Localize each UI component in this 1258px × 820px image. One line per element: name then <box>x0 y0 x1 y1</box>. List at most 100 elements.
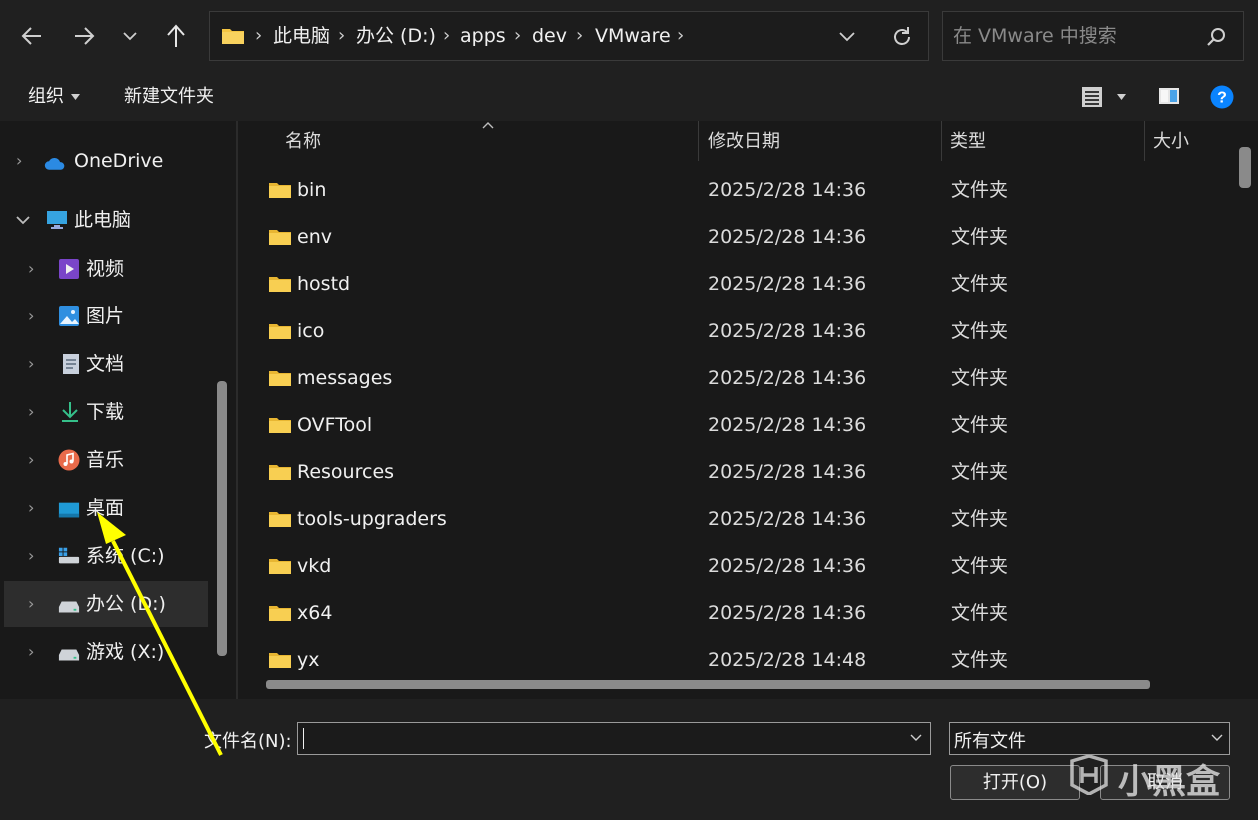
view-options-icon[interactable] <box>1081 86 1103 108</box>
folder-icon <box>222 29 244 44</box>
folder-icon <box>269 230 291 245</box>
folder-icon <box>269 183 291 198</box>
chevron-right-icon[interactable]: › <box>28 389 34 435</box>
file-row[interactable]: x64 2025/2/28 14:36 文件夹 <box>258 590 1218 637</box>
refresh-icon[interactable] <box>891 26 913 48</box>
column-header-size[interactable]: 大小 <box>1153 121 1189 163</box>
recent-locations-button[interactable] <box>114 0 146 73</box>
chevron-down-icon[interactable] <box>910 734 922 742</box>
chevron-down-icon[interactable] <box>1211 734 1223 742</box>
organize-button[interactable]: 组织 <box>28 73 64 121</box>
file-row[interactable]: vkd 2025/2/28 14:36 文件夹 <box>258 543 1218 590</box>
chevron-down-icon <box>123 32 137 41</box>
sidebar-scrollbar[interactable] <box>217 381 227 656</box>
chevron-right-icon: › <box>443 25 451 46</box>
file-row[interactable]: messages 2025/2/28 14:36 文件夹 <box>258 355 1218 402</box>
file-type: 文件夹 <box>951 508 1009 530</box>
open-button[interactable]: 打开(O) <box>950 765 1080 800</box>
sidebar-item-desktop[interactable]: › 桌面 <box>4 485 208 531</box>
sidebar-item-drive-d[interactable]: › 办公 (D:) <box>4 581 208 627</box>
chevron-right-icon[interactable]: › <box>28 533 34 579</box>
file-type: 文件夹 <box>951 555 1009 577</box>
chevron-right-icon[interactable]: › <box>28 246 34 292</box>
back-button[interactable] <box>14 0 50 76</box>
chevron-right-icon[interactable]: › <box>28 629 34 675</box>
search-placeholder: 在 VMware 中搜索 <box>953 25 1117 47</box>
drive-icon <box>58 649 80 661</box>
file-type: 文件夹 <box>951 649 1009 671</box>
file-date: 2025/2/28 14:36 <box>708 555 867 577</box>
file-row[interactable]: tools-upgraders 2025/2/28 14:36 文件夹 <box>258 496 1218 543</box>
sidebar-item-videos[interactable]: › 视频 <box>4 246 208 292</box>
breadcrumb-dev[interactable]: dev <box>532 12 567 60</box>
file-row[interactable]: yx 2025/2/28 14:48 文件夹 <box>258 637 1218 684</box>
chevron-down-icon[interactable] <box>16 216 30 225</box>
breadcrumb-drive-d[interactable]: 办公 (D:) <box>356 12 436 60</box>
sidebar-item-label: 办公 (D:) <box>86 593 166 615</box>
folder-icon <box>269 606 291 621</box>
chevron-right-icon: › <box>514 25 522 46</box>
file-row[interactable]: ico 2025/2/28 14:36 文件夹 <box>258 308 1218 355</box>
address-bar[interactable]: › 此电脑 › 办公 (D:) › apps › dev › VMware › <box>209 11 929 61</box>
sidebar-item-pictures[interactable]: › 图片 <box>4 293 208 339</box>
column-divider[interactable] <box>1144 121 1145 161</box>
filename-label: 文件名(N): <box>204 731 292 752</box>
file-date: 2025/2/28 14:36 <box>708 414 867 436</box>
chevron-right-icon[interactable]: › <box>28 293 34 339</box>
sidebar-item-documents[interactable]: › 文档 <box>4 341 208 387</box>
breadcrumb-vmware[interactable]: VMware <box>595 12 671 60</box>
file-type: 文件夹 <box>951 461 1009 483</box>
forward-button[interactable] <box>66 0 102 76</box>
drive-icon <box>58 601 80 613</box>
search-icon[interactable] <box>1206 27 1226 47</box>
file-row[interactable]: Resources 2025/2/28 14:36 文件夹 <box>258 449 1218 496</box>
file-type-value: 所有文件 <box>954 731 1026 752</box>
monitor-icon <box>47 211 67 229</box>
up-button[interactable] <box>158 0 194 77</box>
folder-icon <box>269 512 291 527</box>
column-header-date[interactable]: 修改日期 <box>708 121 780 163</box>
file-type: 文件夹 <box>951 179 1009 201</box>
chevron-right-icon[interactable]: › <box>28 485 34 531</box>
vertical-scrollbar[interactable] <box>1239 147 1251 188</box>
file-row[interactable]: OVFTool 2025/2/28 14:36 文件夹 <box>258 402 1218 449</box>
file-type: 文件夹 <box>951 320 1009 342</box>
sidebar-item-this-pc[interactable]: 此电脑 <box>4 197 208 243</box>
navigation-bar: › 此电脑 › 办公 (D:) › apps › dev › VMware › … <box>0 0 1258 73</box>
column-divider[interactable] <box>941 121 942 161</box>
file-row[interactable]: env 2025/2/28 14:36 文件夹 <box>258 214 1218 261</box>
sidebar-item-drive-x[interactable]: › 游戏 (X:) <box>4 629 208 675</box>
sidebar-item-label: 此电脑 <box>74 209 132 231</box>
file-row[interactable]: bin 2025/2/28 14:36 文件夹 <box>258 167 1218 214</box>
new-folder-button[interactable]: 新建文件夹 <box>124 73 214 121</box>
chevron-down-icon[interactable] <box>838 29 856 43</box>
sidebar-item-drive-c[interactable]: › 系统 (C:) <box>4 533 208 579</box>
file-row[interactable]: hostd 2025/2/28 14:36 文件夹 <box>258 261 1218 308</box>
chevron-right-icon[interactable]: › <box>28 437 34 483</box>
sidebar-item-music[interactable]: › 音乐 <box>4 437 208 483</box>
chevron-right-icon[interactable]: › <box>28 581 34 627</box>
caret-down-icon[interactable] <box>1117 94 1126 100</box>
file-name: vkd <box>297 555 332 577</box>
horizontal-scrollbar[interactable] <box>266 680 1150 689</box>
sidebar-item-downloads[interactable]: › 下载 <box>4 389 208 435</box>
sidebar-item-onedrive[interactable]: › OneDrive <box>4 138 208 184</box>
help-icon[interactable]: ? <box>1210 85 1234 109</box>
preview-pane-icon[interactable] <box>1158 87 1180 105</box>
file-date: 2025/2/28 14:36 <box>708 461 867 483</box>
column-header-type[interactable]: 类型 <box>950 121 986 163</box>
column-divider[interactable] <box>698 121 699 161</box>
column-header-name[interactable]: 名称 <box>285 121 321 163</box>
sidebar-item-label: 系统 (C:) <box>86 545 165 567</box>
sidebar-item-label: 视频 <box>86 258 125 280</box>
search-box[interactable]: 在 VMware 中搜索 <box>942 11 1244 61</box>
folder-icon <box>269 371 291 386</box>
filename-input[interactable] <box>297 722 931 755</box>
chevron-right-icon[interactable]: › <box>28 341 34 387</box>
chevron-right-icon[interactable]: › <box>16 138 22 184</box>
sidebar-item-label: 图片 <box>86 305 125 327</box>
breadcrumb-this-pc[interactable]: 此电脑 <box>273 12 330 60</box>
file-type-select[interactable]: 所有文件 <box>949 722 1230 755</box>
breadcrumb-apps[interactable]: apps <box>460 12 506 60</box>
file-type: 文件夹 <box>951 367 1009 389</box>
